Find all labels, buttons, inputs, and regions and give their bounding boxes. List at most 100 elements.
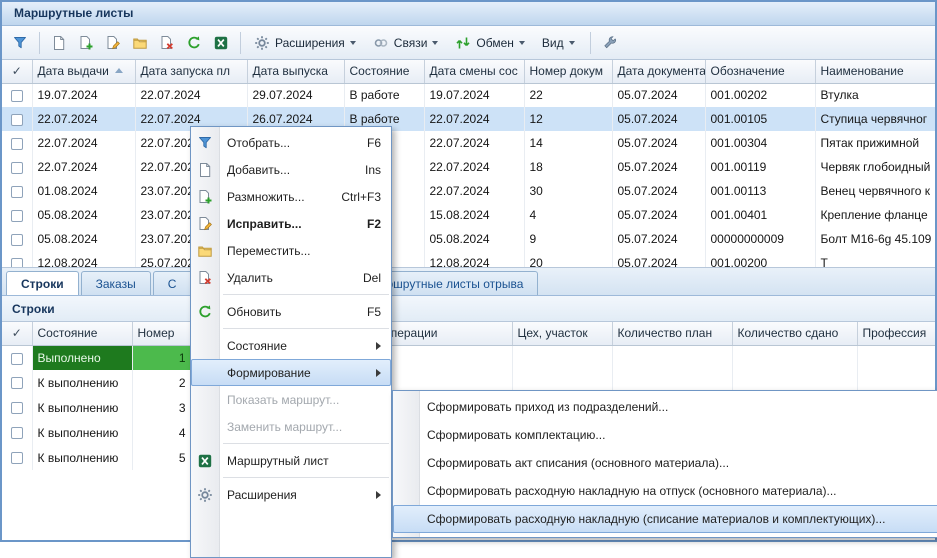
route-row-clipped[interactable]: 12.08.2024 25.07.2024 12.08.2024 20 05.0… (2, 251, 935, 268)
checkbox[interactable] (11, 234, 23, 246)
col-doc-number[interactable]: Номер докум (524, 60, 612, 83)
col-launch-date[interactable]: Дата запуска пл (135, 60, 247, 83)
cell-doc-date: 05.07.2024 (612, 251, 705, 268)
col-doc-date[interactable]: Дата документа (612, 60, 705, 83)
checkbox[interactable] (11, 186, 23, 198)
col-line-state[interactable]: Состояние (32, 322, 132, 345)
delete-button[interactable] (154, 30, 180, 56)
menu-item-delete[interactable]: УдалитьDel (191, 264, 391, 291)
refresh-button[interactable] (181, 30, 207, 56)
cell-line-state: К выполнению (32, 395, 132, 420)
select-all-header[interactable]: ✓ (2, 322, 32, 345)
cell-issue-date: 22.07.2024 (32, 155, 135, 179)
checkbox[interactable] (11, 377, 23, 389)
col-profession[interactable]: Профессия (857, 322, 935, 345)
line-row-done[interactable]: Выполнено 1 (2, 345, 935, 370)
col-release-date[interactable]: Дата выпуска (247, 60, 344, 83)
checkbox[interactable] (11, 402, 23, 414)
col-designation[interactable]: Обозначение (705, 60, 815, 83)
checkbox[interactable] (11, 452, 23, 464)
toolbar-separator (590, 32, 591, 54)
menu-item-move[interactable]: Переместить... (191, 237, 391, 264)
new-document-icon (197, 162, 213, 178)
col-qty-plan[interactable]: Количество план (612, 322, 732, 345)
filter-button[interactable] (7, 30, 33, 56)
route-row[interactable]: 22.07.2024 22.07.2024 22.07.2024 14 05.0… (2, 131, 935, 155)
cell-designation: 00000000009 (705, 227, 815, 251)
delete-icon (197, 270, 213, 286)
route-row[interactable]: 05.08.2024 23.07.2024 15.08.2024 4 05.07… (2, 203, 935, 227)
app-window: Маршрутные листы Расширения Связи Обмен … (0, 0, 937, 542)
menu-item-edit[interactable]: Исправить...F2 (191, 210, 391, 237)
col-state-change-date[interactable]: Дата смены сос (424, 60, 524, 83)
cell-name: Пятак прижимной (815, 131, 935, 155)
menu-item-replace-route[interactable]: Заменить маршрут... (191, 413, 391, 440)
submenu-item-writeoff-act[interactable]: Сформировать акт списания (основного мат… (393, 449, 937, 477)
checkbox[interactable] (11, 210, 23, 222)
excel-button[interactable] (208, 30, 234, 56)
menu-item-add[interactable]: Добавить...Ins (191, 156, 391, 183)
col-issue-date[interactable]: Дата выдачи (32, 60, 135, 83)
cell-designation: 001.00304 (705, 131, 815, 155)
checkbox[interactable] (11, 90, 23, 102)
menu-item-duplicate[interactable]: Размножить...Ctrl+F3 (191, 183, 391, 210)
gear-icon (254, 35, 270, 51)
menu-item-formation[interactable]: Формирование (191, 359, 391, 386)
toolbar-separator (39, 32, 40, 54)
checkbox[interactable] (11, 138, 23, 150)
checkbox[interactable] (11, 258, 23, 268)
duplicate-button[interactable] (73, 30, 99, 56)
col-workshop[interactable]: Цех, участок (512, 322, 612, 345)
col-line-number[interactable]: Номер (132, 322, 192, 345)
cell-issue-date: 22.07.2024 (32, 131, 135, 155)
menu-item-filter[interactable]: Отобрать...F6 (191, 129, 391, 156)
tab-zakazy[interactable]: Заказы (81, 271, 151, 295)
select-all-header[interactable]: ✓ (2, 60, 32, 83)
submenu-arrow-icon (376, 491, 381, 499)
routes-header-row: ✓ Дата выдачи Дата запуска пл Дата выпус… (2, 60, 935, 83)
links-menu-label: Связи (394, 36, 428, 50)
menu-item-route-sheet[interactable]: Маршрутный лист (191, 447, 391, 474)
cell-doc-date: 05.07.2024 (612, 203, 705, 227)
cell-designation: 001.00105 (705, 107, 815, 131)
submenu-item-issue-invoice[interactable]: Сформировать расходную накладную на отпу… (393, 477, 937, 505)
settings-button[interactable] (597, 30, 623, 56)
route-row[interactable]: 05.08.2024 23.07.2024 05.08.2024 9 05.07… (2, 227, 935, 251)
routes-table: ✓ Дата выдачи Дата запуска пл Дата выпус… (2, 60, 935, 268)
add-button[interactable] (46, 30, 72, 56)
route-row[interactable]: 19.07.2024 22.07.2024 29.07.2024 В работ… (2, 83, 935, 107)
menu-item-refresh[interactable]: ОбновитьF5 (191, 298, 391, 325)
route-row[interactable]: 01.08.2024 23.07.2024 22.07.2024 30 05.0… (2, 179, 935, 203)
cell-state-change-date: 22.07.2024 (424, 107, 524, 131)
cell-issue-date: 01.08.2024 (32, 179, 135, 203)
checkbox[interactable] (11, 114, 23, 126)
row-checkbox-cell (2, 107, 32, 131)
menu-item-state[interactable]: Состояние (191, 332, 391, 359)
tab-stroki[interactable]: Строки (6, 271, 79, 295)
route-row-selected[interactable]: 22.07.2024 22.07.2024 26.07.2024 В работ… (2, 107, 935, 131)
menu-item-extensions[interactable]: Расширения (191, 481, 391, 508)
refresh-icon (186, 35, 202, 51)
route-row[interactable]: 22.07.2024 22.07.2024 22.07.2024 18 05.0… (2, 155, 935, 179)
checkbox[interactable] (11, 353, 23, 365)
view-menu-button[interactable]: Вид (535, 30, 584, 56)
col-qty-done[interactable]: Количество сдано (732, 322, 857, 345)
submenu-item-receipt-from-departments[interactable]: Сформировать приход из подразделений... (393, 393, 937, 421)
row-checkbox-cell (2, 395, 32, 420)
exchange-menu-button[interactable]: Обмен (448, 30, 534, 56)
col-name[interactable]: Наименование (815, 60, 935, 83)
extensions-menu-button[interactable]: Расширения (247, 30, 365, 56)
menu-item-show-route[interactable]: Показать маршрут... (191, 386, 391, 413)
checkbox[interactable] (11, 427, 23, 439)
checkbox[interactable] (11, 162, 23, 174)
col-state[interactable]: Состояние (344, 60, 424, 83)
links-menu-button[interactable]: Связи (366, 30, 448, 56)
edit-button[interactable] (100, 30, 126, 56)
sort-asc-icon (115, 68, 123, 73)
folder-move-icon (197, 243, 213, 259)
routes-grid: ✓ Дата выдачи Дата запуска пл Дата выпус… (2, 60, 935, 268)
submenu-item-completion[interactable]: Сформировать комплектацию... (393, 421, 937, 449)
row-checkbox-cell (2, 155, 32, 179)
submenu-item-writeoff-invoice[interactable]: Сформировать расходную накладную (списан… (393, 505, 937, 533)
move-button[interactable] (127, 30, 153, 56)
